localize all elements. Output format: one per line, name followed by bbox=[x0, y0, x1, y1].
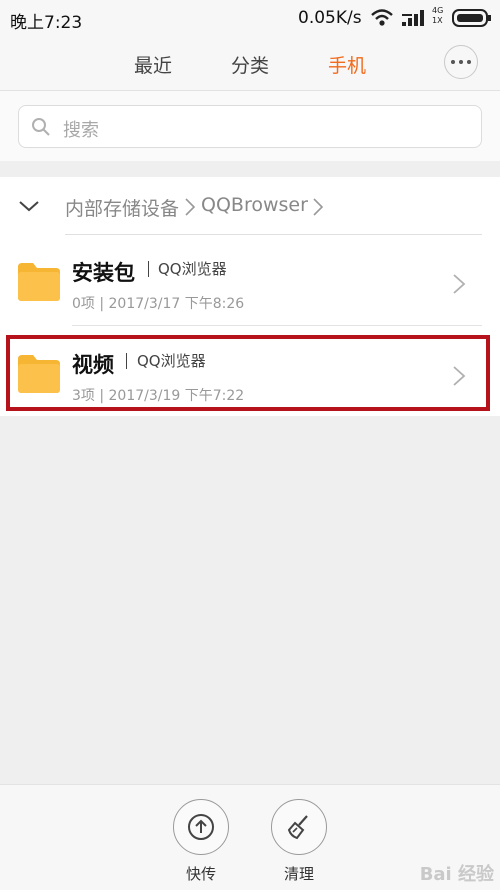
folder-row-videos[interactable]: 视频 QQ浏览器 3项 | 2017/3/19 下午7:22 bbox=[0, 329, 500, 421]
folder-name: 视频 bbox=[72, 353, 114, 377]
chevron-right-icon bbox=[185, 198, 196, 216]
more-dot-icon bbox=[467, 60, 471, 64]
separator bbox=[148, 261, 149, 277]
search-area: 搜索 bbox=[0, 91, 500, 161]
status-icons: 4G 1X bbox=[368, 6, 496, 30]
chevron-right-icon bbox=[313, 198, 324, 216]
more-dot-icon bbox=[451, 60, 455, 64]
quick-transfer-button[interactable]: 快传 bbox=[171, 799, 231, 884]
upload-arrow-icon bbox=[188, 814, 214, 840]
wifi-icon bbox=[371, 9, 393, 26]
tab-phone[interactable]: 手机 bbox=[328, 51, 366, 78]
status-bar: 晚上7:23 0.05K/s 4G 1X bbox=[0, 0, 500, 36]
battery-icon bbox=[452, 9, 491, 27]
more-dot-icon bbox=[459, 60, 463, 64]
folder-source-tag: QQ浏览器 bbox=[158, 260, 227, 278]
status-time: 晚上7:23 bbox=[10, 13, 83, 33]
network-sub: 1X bbox=[432, 16, 443, 25]
quick-transfer-label: 快传 bbox=[185, 865, 216, 883]
signal-icon bbox=[402, 10, 424, 26]
folder-source-tag: QQ浏览器 bbox=[137, 352, 206, 370]
breadcrumb-item-storage[interactable]: 内部存储设备 bbox=[65, 194, 179, 221]
folder-meta: 3项 | 2017/3/19 下午7:22 bbox=[72, 388, 245, 404]
chevron-right-icon bbox=[453, 274, 466, 294]
header: 最近 分类 手机 bbox=[0, 36, 500, 91]
chevron-down-icon[interactable] bbox=[18, 199, 40, 213]
file-list-panel: 内部存储设备 QQBrowser 安装包 QQ浏览器 0项 | 2017/3/1… bbox=[0, 177, 500, 416]
divider bbox=[72, 325, 482, 326]
clean-label: 清理 bbox=[283, 865, 314, 883]
folder-meta: 0项 | 2017/3/17 下午8:26 bbox=[72, 296, 245, 312]
broom-icon bbox=[287, 815, 308, 840]
watermark: Bai 经验 bbox=[419, 864, 494, 885]
clean-button[interactable]: 清理 bbox=[269, 799, 329, 884]
search-input[interactable]: 搜索 bbox=[18, 105, 482, 148]
tab-recent[interactable]: 最近 bbox=[134, 51, 172, 78]
folder-icon bbox=[18, 263, 60, 301]
network-speed: 0.05K/s bbox=[298, 8, 362, 28]
folder-name: 安装包 bbox=[72, 261, 135, 285]
search-icon bbox=[32, 118, 50, 136]
bottom-toolbar: 快传 清理 Bai 经验 bbox=[0, 784, 500, 890]
clean-circle bbox=[271, 799, 327, 855]
chevron-right-icon bbox=[453, 366, 466, 386]
quick-transfer-circle bbox=[173, 799, 229, 855]
folder-row-install-packages[interactable]: 安装包 QQ浏览器 0项 | 2017/3/17 下午8:26 bbox=[0, 237, 500, 329]
network-type: 4G bbox=[432, 6, 444, 15]
search-placeholder: 搜索 bbox=[63, 120, 99, 141]
folder-icon bbox=[18, 355, 60, 393]
breadcrumb: 内部存储设备 QQBrowser bbox=[0, 177, 500, 233]
separator bbox=[126, 353, 127, 369]
tab-category[interactable]: 分类 bbox=[231, 51, 269, 78]
breadcrumb-item-qqbrowser[interactable]: QQBrowser bbox=[201, 194, 308, 216]
more-options-button[interactable] bbox=[444, 45, 478, 79]
divider bbox=[65, 234, 482, 235]
